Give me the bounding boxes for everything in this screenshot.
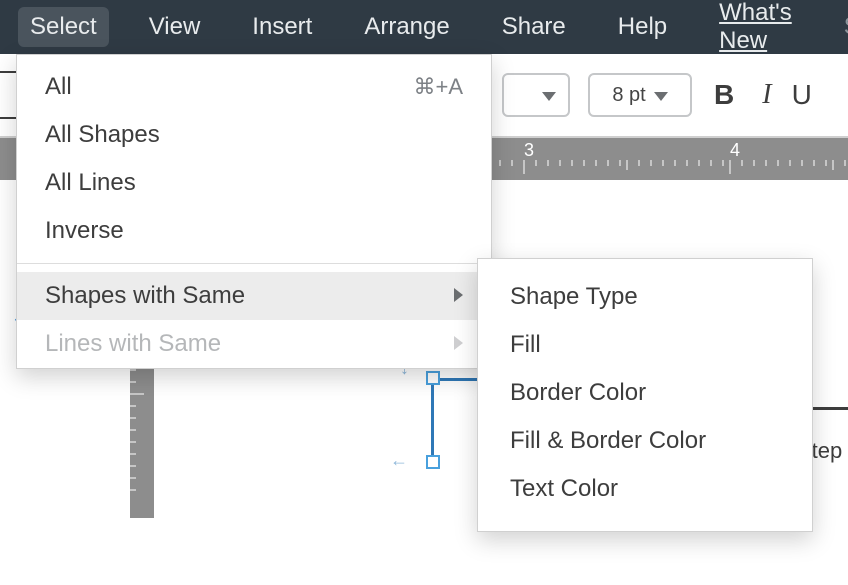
font-size-selector[interactable]: 8 pt (588, 73, 692, 117)
menu-item-shapes-with-same[interactable]: Shapes with Same (17, 272, 491, 320)
menu-item-label: All Lines (45, 169, 136, 197)
menu-item-label: Lines with Same (45, 330, 221, 358)
menu-select[interactable]: Select (18, 7, 109, 47)
menu-arrange[interactable]: Arrange (352, 7, 461, 47)
menu-share[interactable]: Share (490, 7, 578, 47)
menu-item-shortcut: ⌘+A (413, 74, 463, 100)
menu-save[interactable]: Save (832, 7, 848, 47)
menu-item-inverse[interactable]: Inverse (17, 207, 491, 255)
submenu-item-border-color[interactable]: Border Color (478, 369, 812, 417)
font-size-value: 8 pt (612, 84, 645, 107)
menu-item-label: Fill (510, 331, 541, 359)
submenu-item-fill-border-color[interactable]: Fill & Border Color (478, 417, 812, 465)
menu-insert[interactable]: Insert (240, 7, 324, 47)
menu-help[interactable]: Help (606, 7, 679, 47)
menu-item-label: Inverse (45, 217, 124, 245)
menu-view[interactable]: View (137, 7, 213, 47)
chevron-down-icon (542, 92, 556, 101)
menu-item-all[interactable]: All ⌘+A (17, 55, 491, 111)
submenu-item-fill[interactable]: Fill (478, 321, 812, 369)
menu-item-label: Shape Type (510, 283, 638, 311)
dropdown-generic[interactable] (502, 73, 570, 117)
chevron-right-icon (454, 336, 463, 350)
menu-whats-new[interactable]: What's New (707, 0, 804, 61)
menu-item-all-lines[interactable]: All Lines (17, 159, 491, 207)
menubar: Select View Insert Arrange Share Help Wh… (0, 0, 848, 54)
menu-item-label: Text Color (510, 475, 618, 503)
connector-segment[interactable] (431, 376, 434, 466)
italic-button[interactable]: I (762, 79, 771, 111)
underline-button[interactable]: U (792, 79, 812, 111)
selection-handle[interactable] (426, 455, 440, 469)
select-menu: All ⌘+A All Shapes All Lines Inverse Sha… (16, 54, 492, 369)
menu-item-label: Shapes with Same (45, 282, 245, 310)
submenu-item-text-color[interactable]: Text Color (478, 465, 812, 513)
submenu-item-shape-type[interactable]: Shape Type (478, 273, 812, 321)
menu-separator (17, 263, 491, 264)
chevron-down-icon (654, 92, 668, 101)
direction-arrow-icon: ← (390, 450, 408, 471)
menu-item-label: All Shapes (45, 121, 160, 149)
bold-button[interactable]: B (714, 79, 734, 111)
ruler-mark: 3 (524, 140, 534, 161)
menu-item-all-shapes[interactable]: All Shapes (17, 111, 491, 159)
menu-item-label: Border Color (510, 379, 646, 407)
menu-item-lines-with-same: Lines with Same (17, 320, 491, 368)
shapes-with-same-submenu: Shape Type Fill Border Color Fill & Bord… (477, 258, 813, 532)
chevron-right-icon (454, 288, 463, 302)
menu-item-label: Fill & Border Color (510, 427, 706, 455)
selection-handle[interactable] (426, 371, 440, 385)
menu-item-label: All (45, 73, 72, 101)
ruler-mark: 4 (730, 140, 740, 161)
